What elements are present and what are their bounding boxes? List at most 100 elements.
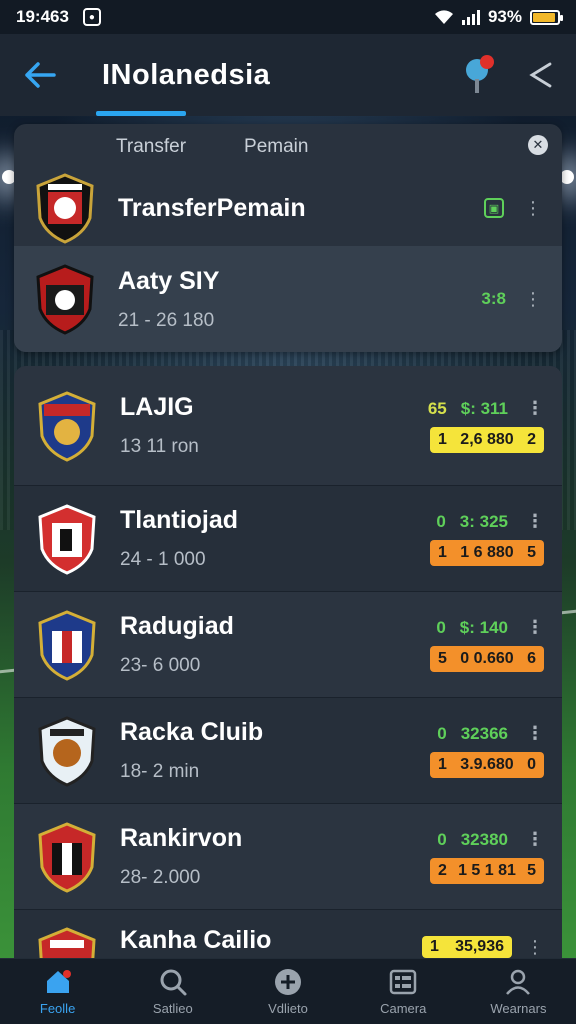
- club-name: LAJIG: [120, 393, 194, 421]
- square-badge-icon[interactable]: ▣: [484, 198, 504, 218]
- odds-pill[interactable]: 1 2,6 880 2: [430, 427, 544, 453]
- battery-icon: [530, 9, 563, 25]
- club-subtitle: 21 - 26 180: [118, 309, 215, 331]
- more-vertical-icon[interactable]: ⋮: [524, 289, 542, 310]
- search-icon: [160, 969, 187, 996]
- pill-left: 1: [430, 938, 439, 955]
- odds-pill[interactable]: 1 3.9.680 0: [430, 752, 544, 778]
- list-grid-icon: [389, 969, 417, 995]
- nav-label: Camera: [380, 1001, 427, 1016]
- status-time: 19:463: [16, 7, 69, 26]
- table-row[interactable]: Tlantiojad 24 - 1 000 0 3: 325 ⋮ 1 1 6 8…: [14, 486, 562, 592]
- stat-a: 0: [437, 829, 447, 849]
- club-crest-icon: [38, 715, 96, 787]
- nav-search[interactable]: Satlieo: [115, 959, 230, 1024]
- stat-b: $: 311: [460, 398, 508, 418]
- pill-left: 1: [438, 756, 447, 773]
- club-crest-icon: [38, 390, 96, 462]
- nav-label: Satlieo: [152, 1001, 193, 1016]
- nav-profile[interactable]: Wearnars: [461, 959, 576, 1024]
- status-bar: 19:463 ● 93%: [0, 0, 576, 34]
- club-crest-icon: [38, 927, 96, 958]
- nav-list[interactable]: Camera: [346, 959, 461, 1024]
- stat-a: 0: [436, 617, 446, 637]
- table-row[interactable]: Rankirvon 28- 2.000 0 32380 ⋮ 2 1 5 1 81…: [14, 804, 562, 910]
- club-name: TransferPemain: [118, 193, 306, 222]
- page-title: INolanedsia: [102, 58, 271, 91]
- close-icon[interactable]: ✕: [528, 135, 548, 155]
- pill-right: 2: [527, 431, 536, 448]
- more-vertical-icon[interactable]: ⋮: [526, 937, 544, 958]
- pill-left: 1: [438, 544, 447, 561]
- club-name: Radugiad: [120, 612, 234, 640]
- club-subtitle: 13 11 ron: [120, 436, 199, 457]
- notification-icon: ●: [82, 8, 101, 26]
- wifi-icon: [434, 10, 453, 24]
- floodlight: [560, 170, 574, 184]
- share-icon[interactable]: [524, 59, 556, 91]
- list-item[interactable]: Aaty SIY 21 - 26 180 3:8 ⋮: [14, 246, 562, 352]
- nav-label: Wearnars: [490, 1001, 547, 1016]
- back-arrow-icon[interactable]: [20, 55, 60, 95]
- pill-mid: 2,6 880: [460, 431, 514, 448]
- pill-left: 2: [438, 862, 447, 879]
- nav-home[interactable]: Feolle: [0, 959, 115, 1024]
- list-item[interactable]: TransferPemain ▣ ⋮: [14, 170, 562, 246]
- club-crest-icon: [38, 503, 96, 575]
- pill-right: 5: [527, 544, 536, 561]
- club-subtitle: 28- 2.000: [120, 867, 201, 888]
- add-circle-icon: [275, 969, 301, 995]
- battery-percent: 93%: [487, 7, 522, 26]
- home-icon: [46, 970, 71, 993]
- club-name: Racka Cluib: [120, 718, 264, 746]
- club-subtitle: 23- 6 000: [120, 655, 201, 676]
- filter-tabs: Transfer Pemain: [14, 124, 562, 170]
- more-vertical-icon[interactable]: ⋮: [526, 617, 544, 638]
- odds-pill[interactable]: 2 1 5 1 81 5: [430, 858, 544, 884]
- tab-transfer[interactable]: Transfer: [116, 136, 186, 158]
- stat-a: 65: [427, 398, 447, 418]
- table-row[interactable]: Kanha Cailio 1 35,936 ⋮: [14, 910, 562, 958]
- table-row[interactable]: LAJIG 13 11 ron 65 $: 311 ⋮ 1 2,6 880 2: [14, 366, 562, 486]
- user-icon: [506, 969, 531, 995]
- pill-left: 5: [438, 650, 447, 667]
- more-vertical-icon[interactable]: ⋮: [526, 829, 544, 850]
- pill-mid: 1 6 880: [460, 544, 514, 561]
- more-vertical-icon[interactable]: ⋮: [524, 198, 542, 219]
- bottom-nav: Feolle Satlieo Vdlieto Camera Wearnars: [0, 958, 576, 1024]
- more-vertical-icon[interactable]: ⋮: [526, 723, 544, 744]
- pill-mid: 0 0.660: [460, 650, 514, 667]
- stat-b: 32380: [460, 829, 508, 849]
- tab-pemain[interactable]: Pemain: [244, 136, 308, 158]
- club-crest-icon: [36, 264, 94, 335]
- pill-mid: 35,936: [455, 938, 504, 955]
- club-crest-icon: [36, 173, 94, 244]
- stat-b: 3: 325: [459, 511, 508, 531]
- odds-pill[interactable]: 5 0 0.660 6: [430, 646, 544, 672]
- stat-a: 0: [437, 723, 447, 743]
- club-name: Kanha Cailio: [120, 926, 272, 954]
- stat-b: $: 140: [459, 617, 508, 637]
- pill-left: 1: [438, 431, 447, 448]
- club-list: LAJIG 13 11 ron 65 $: 311 ⋮ 1 2,6 880 2 …: [14, 366, 562, 958]
- pill-mid: 1 5 1 81: [458, 862, 516, 879]
- pill-right: 6: [527, 650, 536, 667]
- pill-right: 0: [527, 756, 536, 773]
- more-vertical-icon[interactable]: ⋮: [526, 511, 544, 532]
- table-row[interactable]: Radugiad 23- 6 000 0 $: 140 ⋮ 5 0 0.660 …: [14, 592, 562, 698]
- club-stat: 3:8: [481, 289, 506, 308]
- pill-mid: 3.9.680: [460, 756, 514, 773]
- odds-pill[interactable]: 1 35,936: [422, 936, 512, 958]
- map-pin-icon[interactable]: [466, 55, 496, 95]
- signal-icon: [461, 9, 480, 25]
- odds-pill[interactable]: 1 1 6 880 5: [430, 540, 544, 566]
- table-row[interactable]: Racka Cluib 18- 2 min 0 32366 ⋮ 1 3.9.68…: [14, 698, 562, 804]
- stat-a: 0: [436, 511, 446, 531]
- club-name: Rankirvon: [120, 824, 243, 852]
- app-bar: INolanedsia: [0, 34, 576, 116]
- club-crest-icon: [38, 821, 96, 893]
- more-vertical-icon[interactable]: ⋮: [526, 398, 544, 419]
- club-crest-icon: [38, 609, 96, 681]
- stat-b: 32366: [460, 723, 508, 743]
- nav-add[interactable]: Vdlieto: [230, 959, 345, 1024]
